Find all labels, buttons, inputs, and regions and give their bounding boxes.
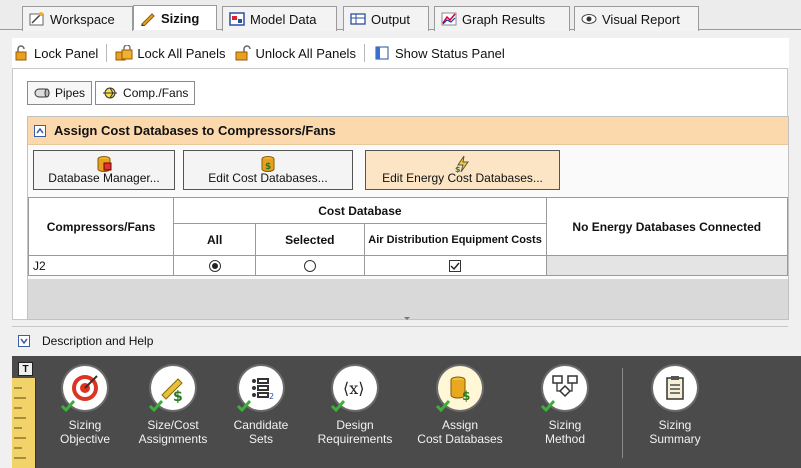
header-cost-database: Cost Database [173, 197, 547, 224]
eye-icon [581, 11, 597, 27]
ruler-icon [12, 378, 36, 468]
header-compressors-fans: Compressors/Fans [27, 197, 175, 256]
radio-selected[interactable] [303, 260, 316, 273]
lock-all-panels-button[interactable]: Lock All Panels [115, 45, 226, 61]
tool-size-cost-assignments[interactable]: $ Size/Cost Assignments [128, 366, 218, 446]
grid-empty-area [28, 279, 788, 319]
energy-cost-icon: $ [454, 155, 472, 174]
tab-output[interactable]: Output [343, 6, 429, 31]
check-icon [331, 400, 345, 412]
database-manager-icon [95, 155, 113, 173]
flowchart-icon [541, 366, 587, 412]
tool-assign-cost-databases[interactable]: $ Assign Cost Databases [415, 366, 505, 446]
header-selected: Selected [255, 223, 365, 256]
svg-text:$: $ [265, 162, 271, 172]
variable-x-icon: ⟨x⟩ [331, 366, 377, 412]
graph-icon [441, 11, 457, 27]
subtab-pipes[interactable]: Pipes [27, 81, 93, 105]
check-icon [436, 400, 450, 412]
svg-text:⟨x⟩: ⟨x⟩ [343, 379, 365, 398]
radio-all-cell [173, 255, 257, 276]
unlock-all-panels-button[interactable]: Unlock All Panels [234, 45, 356, 61]
sizing-panel: Pipes Comp./Fans Assign Cost Databases t… [12, 68, 789, 320]
model-data-icon [229, 11, 245, 27]
header-air-distribution-costs: Air Distribution Equipment Costs [363, 223, 547, 256]
svg-text:2: 2 [269, 392, 274, 401]
air-distribution-checkbox[interactable] [449, 260, 462, 273]
show-status-panel-button[interactable]: Show Status Panel [373, 45, 505, 61]
cost-database-grid: Compressors/Fans Cost Database No Energy… [27, 197, 789, 276]
cost-database-icon: $ [259, 155, 277, 173]
database-manager-button[interactable]: Database Manager... [33, 150, 175, 190]
target-icon [61, 366, 107, 412]
tab-workspace[interactable]: Workspace [22, 6, 133, 31]
sub-tab-bar: Pipes Comp./Fans [27, 81, 198, 105]
tab-graph-results[interactable]: Graph Results [434, 6, 570, 31]
pipe-icon [34, 86, 50, 100]
main-tab-bar: Workspace Sizing Model Data Output Graph… [0, 0, 801, 31]
tool-sizing-objective[interactable]: Sizing Objective [40, 366, 130, 446]
toolbar-divider [106, 44, 108, 62]
tool-sizing-method[interactable]: Sizing Method [520, 366, 610, 446]
unlock-icon [234, 45, 252, 61]
energy-database-cell [545, 255, 789, 276]
subtab-comp-fans[interactable]: Comp./Fans [95, 81, 196, 105]
header-all: All [173, 223, 257, 256]
tab-model-data[interactable]: Model Data [222, 6, 337, 31]
tab-visual-report[interactable]: Visual Report [574, 6, 699, 31]
lock-panel-button[interactable]: Lock Panel [12, 45, 98, 61]
radio-all[interactable] [208, 260, 221, 273]
checkbox-cell [363, 255, 547, 276]
tab-sizing[interactable]: Sizing [133, 5, 217, 30]
radio-selected-cell [255, 255, 365, 276]
ruler-dollar-icon: $ [149, 366, 195, 412]
section-header[interactable]: Assign Cost Databases to Compressors/Fan… [28, 117, 788, 145]
description-label: Description and Help [42, 333, 154, 348]
assign-cost-databases-section: Assign Cost Databases to Compressors/Fan… [27, 116, 789, 320]
check-icon [237, 400, 251, 412]
toolbar-divider [622, 368, 623, 458]
check-icon [61, 400, 75, 412]
lock-icon [12, 45, 30, 61]
lock-all-icon [115, 45, 133, 61]
toolbar-divider [363, 44, 365, 62]
check-icon [149, 400, 163, 412]
edit-energy-cost-databases-button[interactable]: $ Edit Energy Cost Databases... [365, 150, 560, 190]
status-panel-icon [373, 45, 391, 61]
sizing-workflow-bar: T Sizing Objective $ Size/Cost Assignmen… [12, 356, 801, 468]
header-no-energy-databases: No Energy Databases Connected [545, 197, 789, 256]
compressor-fan-icon [102, 86, 118, 100]
tool-sizing-summary[interactable]: Sizing Summary [630, 366, 720, 446]
check-icon [541, 400, 555, 412]
collapse-icon[interactable] [34, 124, 46, 137]
table-icon [350, 11, 366, 27]
edit-cost-databases-button[interactable]: $ Edit Cost Databases... [183, 150, 353, 190]
svg-text:$: $ [462, 389, 470, 403]
svg-text:$: $ [173, 389, 183, 403]
clipboard-icon [653, 366, 697, 410]
section-title: Assign Cost Databases to Compressors/Fan… [54, 123, 336, 138]
table-row: J2 [27, 255, 789, 276]
tool-design-requirements[interactable]: ⟨x⟩ Design Requirements [310, 366, 400, 446]
expand-icon[interactable] [18, 334, 30, 347]
panel-toolbar: Lock Panel Lock All Panels Unlock All Pa… [12, 38, 789, 68]
workspace-icon [29, 11, 45, 27]
pin-icon[interactable]: T [18, 362, 33, 376]
splitter-arrow-icon[interactable] [404, 317, 410, 320]
tool-candidate-sets[interactable]: 2 Candidate Sets [216, 366, 306, 446]
pencil-ruler-icon [140, 10, 156, 26]
description-help-bar[interactable]: Description and Help [12, 326, 788, 354]
database-dollar-icon: $ [436, 366, 482, 412]
svg-text:$: $ [455, 165, 461, 173]
list-icon: 2 [237, 366, 283, 412]
row-name: J2 [27, 255, 175, 276]
